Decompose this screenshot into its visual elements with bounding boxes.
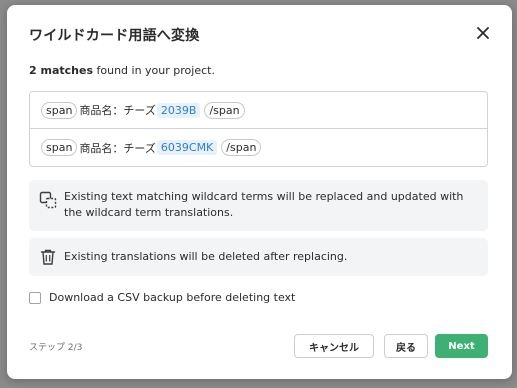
open-tag: span (41, 139, 78, 156)
match-summary: 2 matches found in your project. (29, 64, 215, 77)
trash-icon (40, 249, 56, 265)
close-button[interactable] (474, 24, 492, 42)
match-row[interactable]: span 商品名：チーズ 6039CMK /span (30, 128, 487, 166)
match-count: 2 matches (29, 64, 93, 77)
cancel-button[interactable]: キャンセル (294, 334, 374, 358)
delete-info-text: Existing translations will be deleted af… (64, 250, 348, 263)
close-tag: /span (221, 139, 262, 156)
wildcard-term: 6039CMK (156, 140, 218, 155)
match-summary-text: found in your project. (93, 64, 215, 77)
match-text: 商品名：チーズ (79, 141, 156, 155)
close-tag: /span (204, 101, 245, 119)
replace-info-text: Existing text matching wildcard terms wi… (64, 190, 464, 219)
csv-backup-checkbox[interactable] (29, 291, 41, 304)
csv-backup-option[interactable]: Download a CSV backup before deleting te… (29, 291, 295, 304)
csv-backup-label: Download a CSV backup before deleting te… (49, 291, 296, 304)
dialog-title: ワイルドカード用語へ変換 (29, 28, 200, 44)
match-row[interactable]: span 商品名：チーズ 2039B /span (30, 92, 487, 128)
step-indicator: ステップ 2/3 (29, 343, 83, 353)
replace-info-box: Existing text matching wildcard terms wi… (29, 180, 488, 231)
replace-icon (39, 191, 57, 209)
open-tag: span (41, 101, 78, 119)
close-icon (477, 27, 489, 39)
convert-wildcard-dialog: ワイルドカード用語へ変換 2 matches found in your pro… (7, 5, 512, 379)
back-button[interactable]: 戻る (384, 334, 428, 358)
wildcard-term: 2039B (156, 102, 201, 118)
next-button[interactable]: Next (435, 334, 488, 358)
delete-info-box: Existing translations will be deleted af… (29, 238, 488, 276)
match-text: 商品名：チーズ (79, 104, 156, 117)
match-list: span 商品名：チーズ 2039B /span span 商品名：チーズ 60… (29, 91, 488, 167)
